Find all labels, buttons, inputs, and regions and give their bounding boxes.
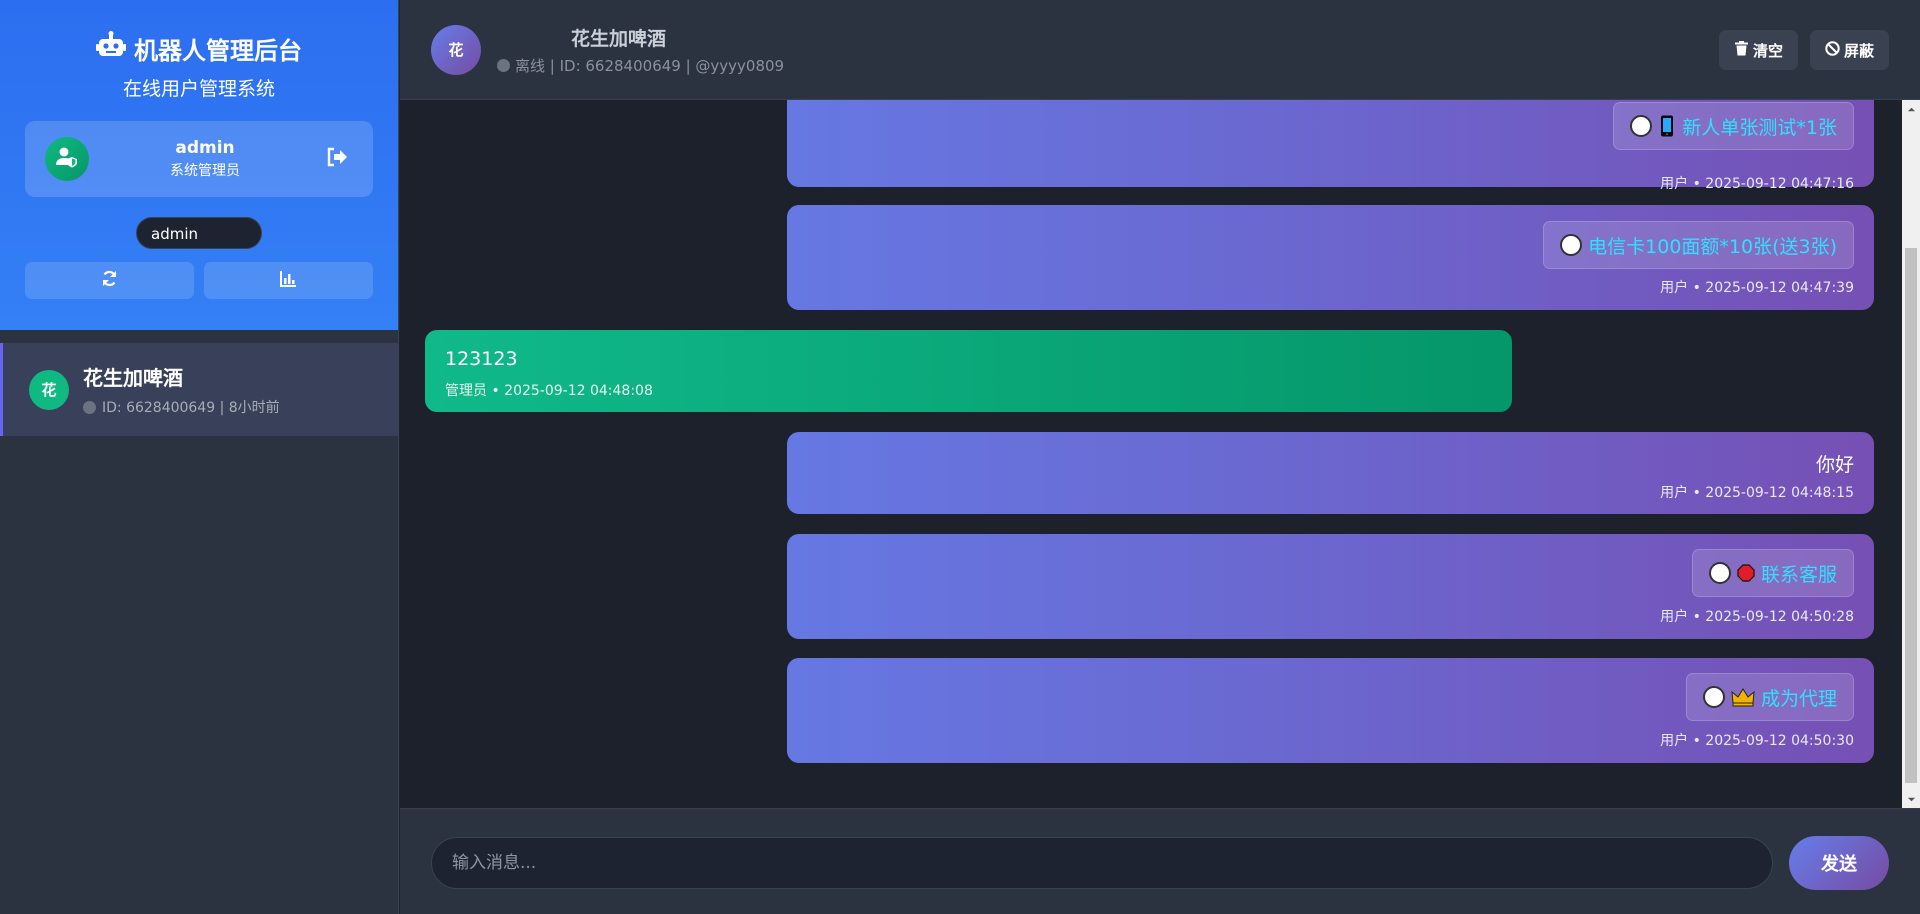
message-text: 123123 xyxy=(445,348,518,370)
message-time: 用户 • 2025-09-12 04:50:30 xyxy=(1660,733,1854,749)
sidebar-header: 机器人管理后台 在线用户管理系统 admin 系统管理员 admin xyxy=(0,0,398,330)
radio-icon xyxy=(1560,234,1583,256)
ban-icon xyxy=(1825,40,1840,60)
chat-avatar: 花 xyxy=(431,24,481,75)
composer: 发送 xyxy=(400,808,1920,914)
message-input[interactable] xyxy=(431,837,1773,889)
chat-user-name: 花生加啤酒 xyxy=(571,27,667,50)
chat-header: 花 花生加啤酒 离线 | ID: 6628400649 | @yyyy0809 … xyxy=(400,0,1920,100)
message-time: 管理员 • 2025-09-12 04:48:08 xyxy=(445,383,653,399)
message-bubble-user: 新人单张测试*1张 用户 • 2025-09-12 04:47:16 xyxy=(787,100,1874,192)
radio-icon xyxy=(1708,562,1731,584)
radio-icon xyxy=(1630,115,1653,137)
chat-user-meta: 离线 | ID: 6628400649 | @yyyy0809 xyxy=(497,55,784,76)
scroll-up-arrow-icon[interactable] xyxy=(1902,100,1920,118)
offline-status-dot-icon xyxy=(83,400,96,414)
brand-title: 机器人管理后台 xyxy=(134,36,302,65)
sign-out-icon xyxy=(326,147,348,171)
user-shield-icon xyxy=(56,146,78,172)
message-chip[interactable]: 联系客服 xyxy=(1691,549,1854,597)
tool-row xyxy=(25,262,373,299)
admin-username-pill: admin xyxy=(136,217,262,249)
clear-label: 清空 xyxy=(1752,41,1783,60)
logout-button[interactable] xyxy=(321,143,353,175)
statistics-button[interactable] xyxy=(204,262,373,299)
message-bubble-user: 联系客服 用户 • 2025-09-12 04:50:28 xyxy=(787,534,1874,639)
crown-icon xyxy=(1731,686,1755,708)
phone-icon xyxy=(1658,115,1676,137)
chat-header-text: 花生加啤酒 离线 | ID: 6628400649 | @yyyy0809 xyxy=(497,24,784,76)
clear-button[interactable]: 清空 xyxy=(1718,30,1798,70)
message-time: 用户 • 2025-09-12 04:47:39 xyxy=(1660,280,1854,296)
send-button[interactable]: 发送 xyxy=(1789,836,1889,890)
contact-meta-text: ID: 6628400649 | 8小时前 xyxy=(102,400,280,416)
offline-status-dot-icon xyxy=(497,58,510,72)
message-time: 用户 • 2025-09-12 04:48:15 xyxy=(1660,485,1854,501)
message-chip-text: 电信卡100面额*10张(送3张) xyxy=(1588,235,1837,258)
user-info: admin 系统管理员 xyxy=(89,138,321,180)
message-bubble-user: 成为代理 用户 • 2025-09-12 04:50:30 xyxy=(787,658,1874,763)
chat-user-meta-text: 离线 | ID: 6628400649 | @yyyy0809 xyxy=(515,56,785,75)
stop-sign-icon xyxy=(1737,562,1755,584)
radio-icon xyxy=(1702,686,1725,708)
refresh-icon xyxy=(101,270,118,291)
message-chip[interactable]: 成为代理 xyxy=(1685,673,1854,721)
block-label: 屏蔽 xyxy=(1843,41,1874,60)
contact-text: 花生加啤酒 ID: 6628400649 | 8小时前 xyxy=(83,362,280,417)
robot-icon xyxy=(96,31,126,65)
trash-icon xyxy=(1734,40,1749,60)
bar-chart-icon xyxy=(280,270,297,291)
user-card: admin 系统管理员 xyxy=(25,121,373,197)
message-text: 你好 xyxy=(1815,454,1854,476)
scroll-down-arrow-icon[interactable] xyxy=(1902,790,1920,808)
message-bubble-user: 电信卡100面额*10张(送3张) 用户 • 2025-09-12 04:47:… xyxy=(787,205,1874,310)
block-button[interactable]: 屏蔽 xyxy=(1809,30,1889,70)
contact-avatar: 花 xyxy=(29,369,69,410)
admin-avatar xyxy=(45,137,89,181)
message-time: 用户 • 2025-09-12 04:50:28 xyxy=(1660,609,1854,625)
user-role: 系统管理员 xyxy=(170,163,240,179)
scrollbar[interactable] xyxy=(1902,100,1920,808)
chat-panel: 花 花生加啤酒 离线 | ID: 6628400649 | @yyyy0809 … xyxy=(400,0,1920,914)
brand-subtitle: 在线用户管理系统 xyxy=(122,78,275,100)
message-chip-text: 新人单张测试*1张 xyxy=(1682,116,1837,139)
message-time: 用户 • 2025-09-12 04:47:16 xyxy=(1660,176,1854,192)
message-bubble-admin: 123123 管理员 • 2025-09-12 04:48:08 xyxy=(425,330,1512,412)
contact-item[interactable]: 花 花生加啤酒 ID: 6628400649 | 8小时前 xyxy=(0,343,399,436)
contact-name: 花生加啤酒 xyxy=(83,366,183,390)
header-actions: 清空 屏蔽 xyxy=(1718,30,1889,70)
message-chip[interactable]: 电信卡100面额*10张(送3张) xyxy=(1543,221,1854,269)
brand: 机器人管理后台 xyxy=(0,31,398,65)
message-chip[interactable]: 新人单张测试*1张 xyxy=(1613,102,1854,150)
message-chip-text: 联系客服 xyxy=(1760,563,1837,586)
message-bubble-user: 你好 用户 • 2025-09-12 04:48:15 xyxy=(787,432,1874,514)
contact-meta: ID: 6628400649 | 8小时前 xyxy=(83,397,280,417)
sidebar: 机器人管理后台 在线用户管理系统 admin 系统管理员 admin 花 花生加… xyxy=(0,0,399,914)
scrollbar-thumb[interactable] xyxy=(1905,248,1917,783)
message-chip-text: 成为代理 xyxy=(1760,687,1837,710)
message-list: 新人单张测试*1张 用户 • 2025-09-12 04:47:16 电信卡10… xyxy=(400,100,1920,808)
user-name: admin xyxy=(175,138,235,158)
refresh-button[interactable] xyxy=(25,262,194,299)
